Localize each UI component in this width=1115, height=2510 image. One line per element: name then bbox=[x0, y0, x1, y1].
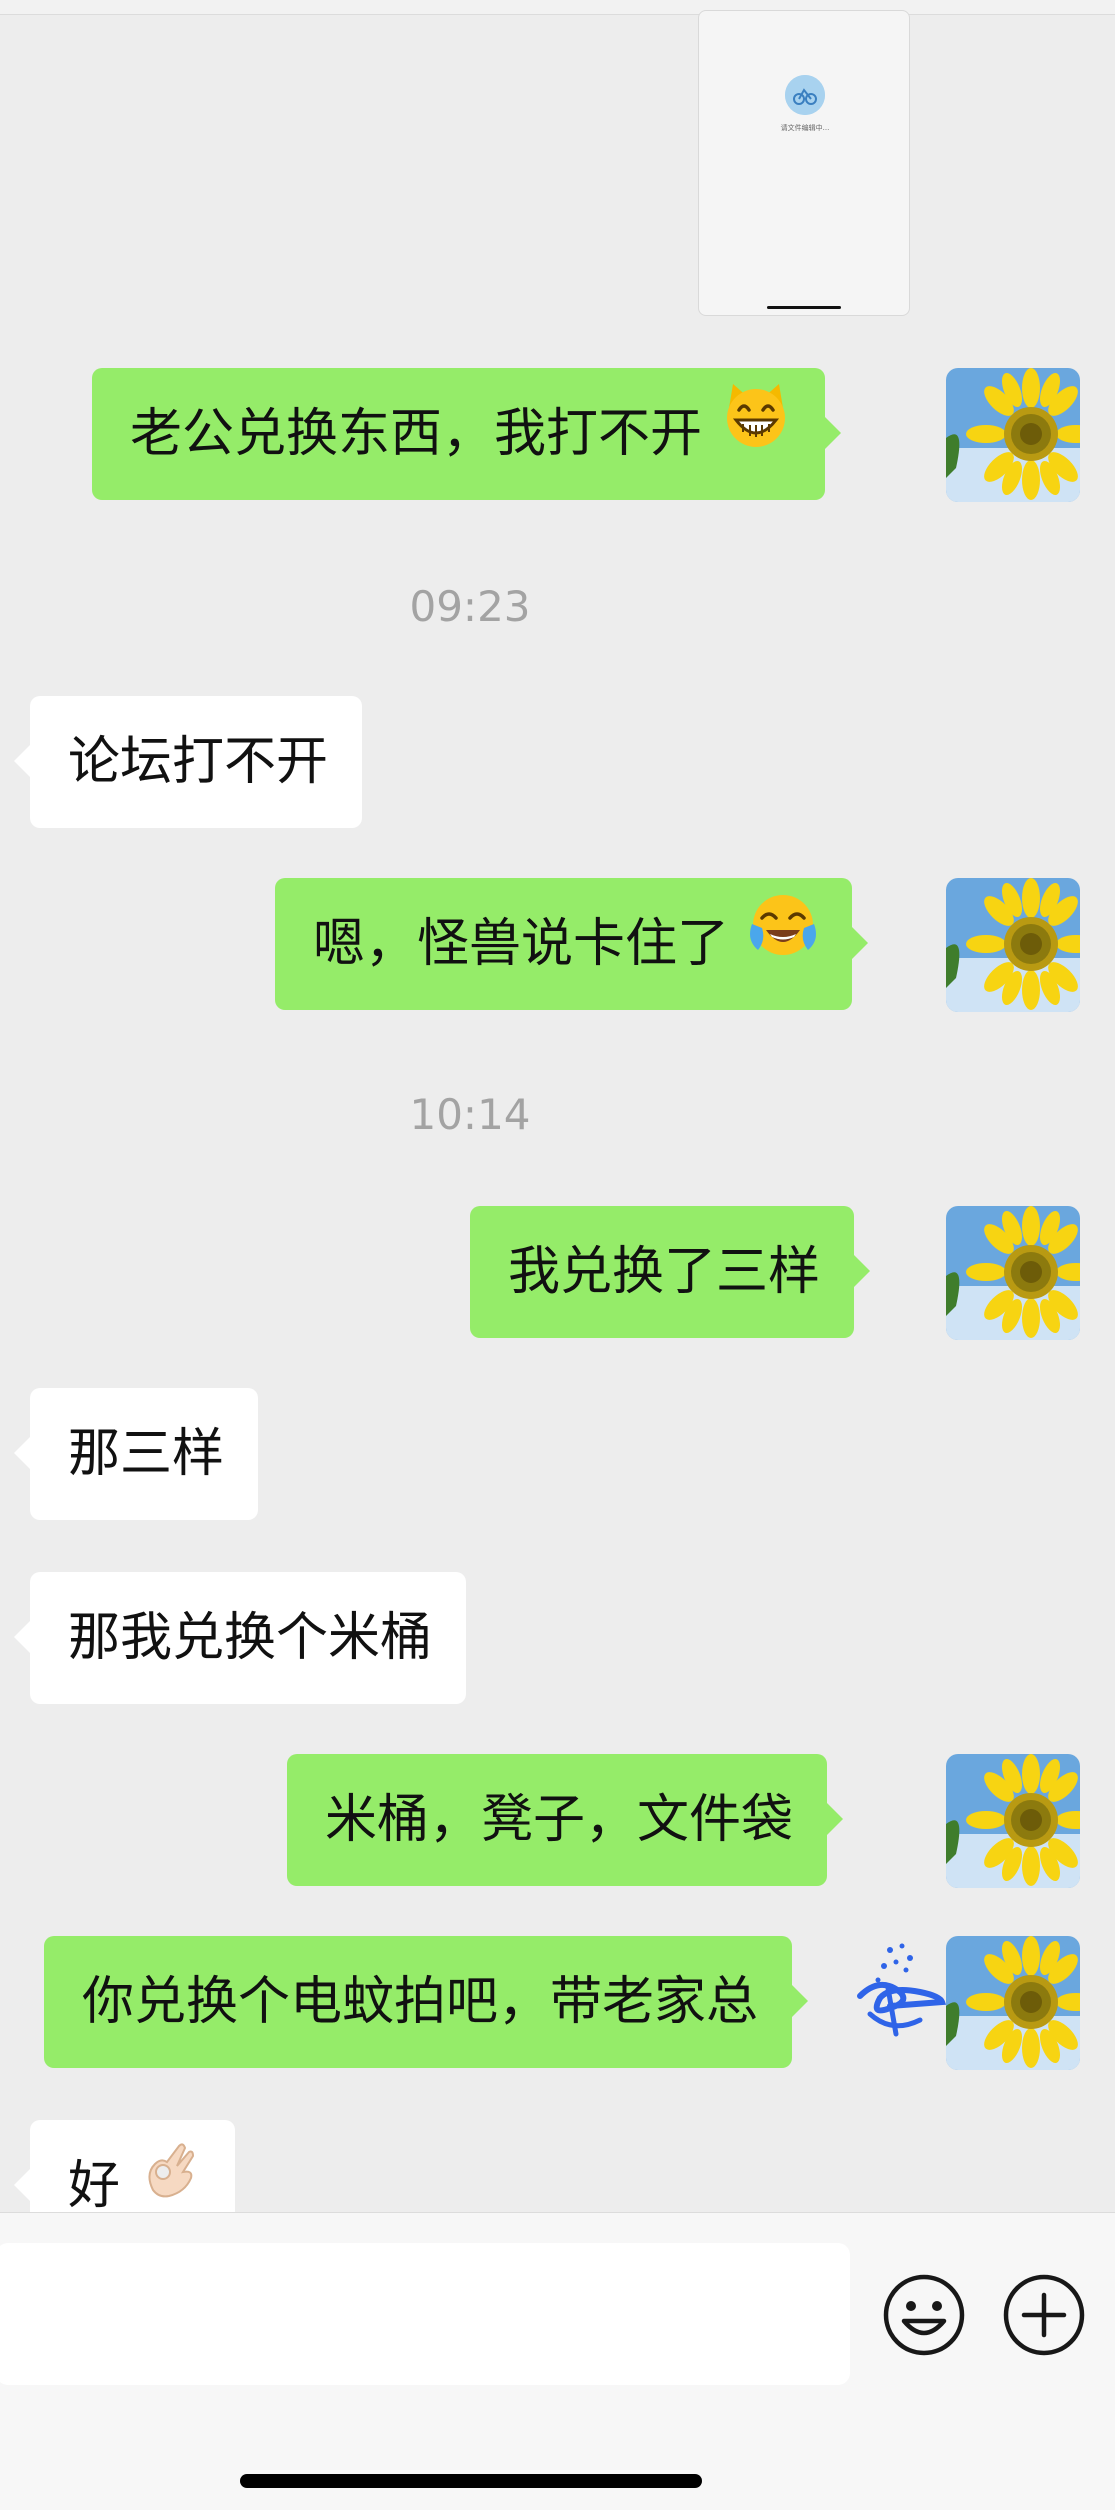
smiley-face-icon bbox=[883, 2274, 965, 2356]
timestamp: 10:14 bbox=[409, 1090, 531, 1139]
message-text: 嗯，怪兽说卡住了 bbox=[313, 914, 730, 974]
message-bubble-sent[interactable]: 嗯，怪兽说卡住了 bbox=[275, 877, 868, 1010]
blue-scribble-doodle bbox=[830, 1936, 950, 2050]
sunflower-avatar[interactable] bbox=[946, 1206, 1080, 1340]
message-text: 那我兑换个米桶 bbox=[68, 1608, 433, 1668]
app-logo-icon bbox=[785, 75, 825, 115]
message-bubble-sent[interactable]: 米桶，凳子，文件袋 bbox=[287, 1754, 844, 1886]
message-input[interactable] bbox=[0, 2243, 850, 2385]
message-text: 米桶，凳子，文件袋 bbox=[325, 1790, 794, 1850]
sunflower-avatar[interactable] bbox=[946, 368, 1080, 502]
input-bar bbox=[0, 2212, 1115, 2510]
emoji-button[interactable] bbox=[882, 2273, 966, 2357]
message-bubble-sent[interactable]: 你兑换个电蚊拍吧，带老家总 bbox=[44, 1936, 809, 2068]
message-bubble-received[interactable]: 论坛打不开 bbox=[13, 696, 363, 828]
message-text: 老公兑换东西，我打不开 bbox=[130, 404, 703, 464]
crying-laughing-emoji-icon bbox=[748, 877, 818, 1009]
message-text: 论坛打不开 bbox=[68, 732, 329, 792]
message-bubble-sent[interactable]: 我兑换了三样 bbox=[470, 1206, 871, 1338]
message-bubble-sent[interactable]: 老公兑换东西，我打不开 bbox=[92, 367, 841, 500]
message-text: 那三样 bbox=[68, 1424, 225, 1484]
message-bubble-received[interactable]: 那我兑换个米桶 bbox=[13, 1572, 467, 1704]
grinning-cat-emoji-icon bbox=[721, 367, 791, 499]
chat-screen: 请文件编辑中... 老公兑换东西，我打不开 09:23 论坛打不开 嗯，怪兽说卡… bbox=[0, 0, 1115, 2510]
sunflower-avatar[interactable] bbox=[946, 1754, 1080, 1888]
card-progress-bar bbox=[767, 306, 841, 309]
message-text: 我兑换了三样 bbox=[508, 1242, 821, 1302]
sunflower-avatar[interactable] bbox=[946, 1936, 1080, 2070]
plus-circle-icon bbox=[1003, 2274, 1085, 2356]
card-caption: 请文件编辑中... bbox=[780, 124, 830, 132]
timestamp: 09:23 bbox=[409, 582, 531, 631]
home-indicator[interactable] bbox=[240, 2474, 702, 2488]
message-bubble-received[interactable]: 那三样 bbox=[13, 1388, 259, 1520]
message-text: 你兑换个电蚊拍吧，带老家总 bbox=[82, 1972, 759, 2032]
more-button[interactable] bbox=[1002, 2273, 1086, 2357]
top-divider bbox=[0, 0, 1115, 15]
sunflower-avatar[interactable] bbox=[946, 878, 1080, 1012]
mini-program-card[interactable]: 请文件编辑中... bbox=[698, 10, 910, 316]
